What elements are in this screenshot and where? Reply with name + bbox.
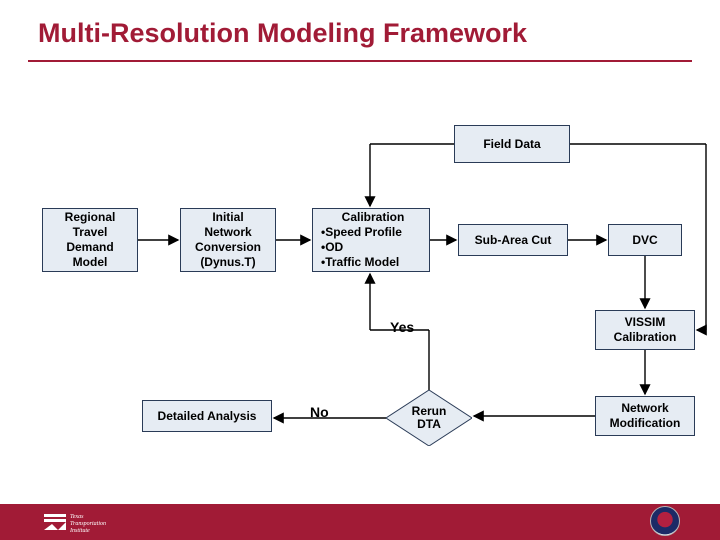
calibration-item-0: •Speed Profile <box>321 225 402 240</box>
svg-text:Institute: Institute <box>69 528 90 534</box>
calibration-item-1: •OD <box>321 240 343 255</box>
page-title: Multi-Resolution Modeling Framework <box>38 18 527 49</box>
box-regional-travel-demand-model: Regional Travel Demand Model <box>42 208 138 272</box>
edge-label-no: No <box>310 404 329 420</box>
box-initial-network-conversion: Initial Network Conversion (Dynus.T) <box>180 208 276 272</box>
edge-label-yes: Yes <box>390 319 414 335</box>
arizona-logo <box>650 506 680 536</box>
svg-text:Texas: Texas <box>70 514 84 520</box>
texas-transportation-institute-logo: Texas Transportation Institute <box>40 508 130 536</box>
decision-rerun-dta: Rerun DTA <box>386 390 472 446</box>
box-calibration: Calibration •Speed Profile •OD •Traffic … <box>312 208 430 272</box>
calibration-item-2: •Traffic Model <box>321 255 399 270</box>
calibration-title: Calibration <box>342 210 405 225</box>
box-dvc: DVC <box>608 224 682 256</box>
box-vissim-calibration: VISSIM Calibration <box>595 310 695 350</box>
box-sub-area-cut: Sub-Area Cut <box>458 224 568 256</box>
box-detailed-analysis: Detailed Analysis <box>142 400 272 432</box>
svg-text:Transportation: Transportation <box>70 521 106 527</box>
box-field-data: Field Data <box>454 125 570 163</box>
title-underline <box>28 60 692 62</box>
rerun-dta-label: Rerun DTA <box>412 405 447 431</box>
box-network-modification: Network Modification <box>595 396 695 436</box>
